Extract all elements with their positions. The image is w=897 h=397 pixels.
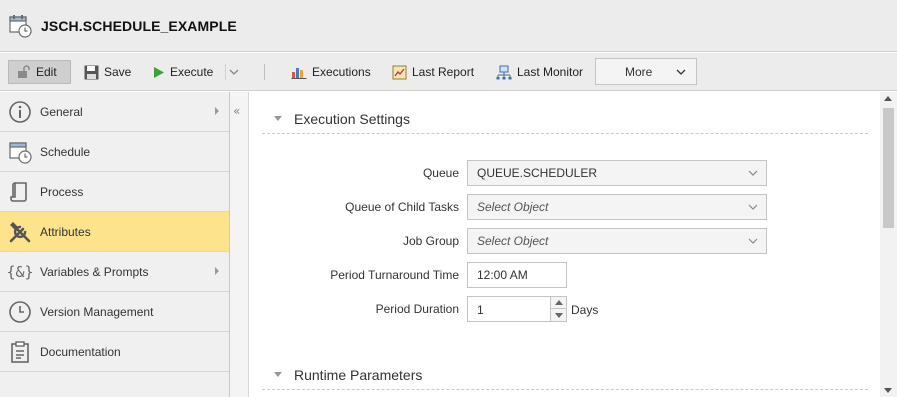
job-group-label: Job Group <box>402 234 459 248</box>
save-button[interactable]: Save <box>84 60 131 84</box>
last-monitor-button[interactable]: Last Monitor <box>496 60 583 84</box>
sidebar-item-variables-prompts[interactable]: {&} Variables & Prompts <box>0 252 229 292</box>
duration-label: Period Duration <box>375 302 459 316</box>
job-group-select[interactable]: Select Object <box>467 228 767 254</box>
sidebar-item-label: Attributes <box>40 224 91 239</box>
duration-value: 1 <box>477 303 484 317</box>
scrollbar-thumb[interactable] <box>883 108 894 228</box>
child-queue-row: Queue of Child Tasks Select Object <box>250 194 880 221</box>
turnaround-row: Period Turnaround Time 12:00 AM <box>250 262 880 289</box>
duration-row: Period Duration 1 Days <box>250 296 880 323</box>
sidebar-collapse-strip: « <box>230 92 249 397</box>
queue-select[interactable]: QUEUE.SCHEDULER <box>467 160 767 186</box>
edit-label: Edit <box>36 65 57 79</box>
turnaround-label: Period Turnaround Time <box>330 268 459 282</box>
more-dropdown[interactable]: More <box>595 58 697 85</box>
queue-label: Queue <box>422 166 459 180</box>
save-disk-icon <box>84 65 99 79</box>
sidebar-item-general[interactable]: General <box>0 92 229 132</box>
execute-button[interactable]: Execute <box>152 60 213 84</box>
section-execution-settings[interactable]: Execution Settings <box>262 104 868 134</box>
sidebar-item-attributes[interactable]: Attributes <box>0 212 229 252</box>
toolbar: Edit Save Execute Executions Last Report… <box>0 53 897 91</box>
chevron-right-icon <box>215 267 219 275</box>
sidebar: General Schedule Process Attributes {&} … <box>0 92 230 397</box>
sidebar-item-version-management[interactable]: Version Management <box>0 292 229 332</box>
info-icon <box>9 100 31 123</box>
section-title: Execution Settings <box>294 110 410 127</box>
section-title: Runtime Parameters <box>294 366 423 383</box>
duration-unit: Days <box>571 303 599 317</box>
sidebar-item-label: Documentation <box>40 344 121 359</box>
sidebar-item-documentation[interactable]: Documentation <box>0 332 229 372</box>
chevron-down-icon <box>748 204 758 210</box>
executions-button[interactable]: Executions <box>291 60 371 84</box>
schedule-calendar-icon <box>9 14 32 38</box>
executions-label: Executions <box>312 65 371 79</box>
execute-split-divider <box>225 64 226 80</box>
last-monitor-label: Last Monitor <box>517 65 584 79</box>
window-title: JSCH.SCHEDULE_EXAMPLE <box>41 17 237 34</box>
sidebar-item-label: Process <box>40 184 84 199</box>
main-content: Execution Settings Queue QUEUE.SCHEDULER… <box>250 92 880 397</box>
toolbar-divider <box>264 64 265 80</box>
execute-dropdown[interactable] <box>229 65 244 79</box>
child-queue-label: Queue of Child Tasks <box>345 200 459 214</box>
child-queue-select[interactable]: Select Object <box>467 194 767 220</box>
turnaround-value: 12:00 AM <box>477 268 528 282</box>
increment-button[interactable] <box>551 297 566 309</box>
scroll-down-arrow-icon[interactable] <box>884 388 892 393</box>
tools-icon <box>9 221 31 242</box>
scroll-up-arrow-icon[interactable] <box>884 96 892 101</box>
collapse-double-chevron-icon[interactable]: « <box>233 104 240 118</box>
job-group-placeholder: Select Object <box>477 234 549 248</box>
last-report-button[interactable]: Last Report <box>392 60 474 84</box>
play-icon <box>154 66 164 78</box>
sidebar-item-process[interactable]: Process <box>0 172 229 212</box>
edit-button[interactable]: Edit <box>8 60 71 84</box>
decrement-button[interactable] <box>551 309 566 321</box>
sidebar-item-label: Schedule <box>40 144 91 159</box>
collapse-triangle-icon <box>274 372 282 377</box>
caret-up-icon <box>554 300 563 305</box>
save-label: Save <box>104 65 132 79</box>
turnaround-time-input[interactable]: 12:00 AM <box>467 262 567 288</box>
report-icon <box>392 65 407 79</box>
sidebar-item-label: Variables & Prompts <box>40 264 149 279</box>
sidebar-item-label: Version Management <box>40 304 154 319</box>
duration-stepper[interactable]: 1 <box>467 296 567 322</box>
schedule-calendar-icon <box>9 141 32 164</box>
stepper-buttons <box>550 297 566 321</box>
collapse-triangle-icon <box>274 116 282 121</box>
monitor-network-icon <box>496 65 512 79</box>
last-report-label: Last Report <box>412 65 475 79</box>
job-group-row: Job Group Select Object <box>250 228 880 255</box>
execute-label: Execute <box>170 65 214 79</box>
clock-icon <box>9 300 31 323</box>
sidebar-item-schedule[interactable]: Schedule <box>0 132 229 172</box>
more-label: More <box>625 64 653 79</box>
queue-value: QUEUE.SCHEDULER <box>477 166 598 180</box>
chevron-down-icon <box>676 69 686 75</box>
clipboard-icon <box>11 340 29 363</box>
caret-down-icon <box>554 312 563 318</box>
title-bar: JSCH.SCHEDULE_EXAMPLE <box>0 0 897 52</box>
bar-chart-icon <box>291 68 307 79</box>
chevron-down-icon <box>748 238 758 244</box>
scroll-icon <box>10 181 27 202</box>
lock-open-icon <box>18 65 30 78</box>
child-queue-placeholder: Select Object <box>477 200 549 214</box>
variables-braces-icon: {&} <box>6 262 34 281</box>
section-runtime-parameters[interactable]: Runtime Parameters <box>262 360 868 390</box>
chevron-down-icon <box>748 170 758 176</box>
vertical-scrollbar[interactable] <box>880 92 897 397</box>
sidebar-item-label: General <box>40 104 83 119</box>
chevron-right-icon <box>215 107 219 115</box>
chevron-down-icon <box>229 69 239 75</box>
queue-row: Queue QUEUE.SCHEDULER <box>250 160 880 187</box>
